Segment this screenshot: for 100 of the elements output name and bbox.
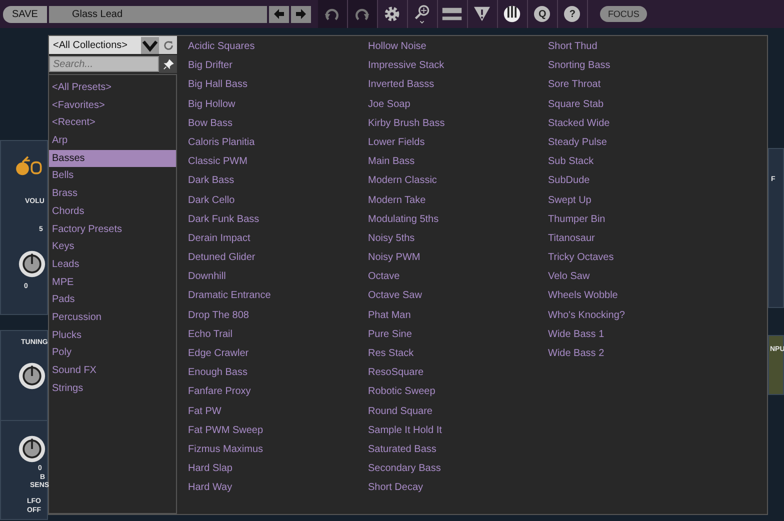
preset-item[interactable]: Phat Man	[368, 306, 548, 325]
category-item[interactable]: Percussion	[49, 308, 176, 327]
preset-item[interactable]: Joe Soap	[368, 94, 548, 114]
preset-item[interactable]: ResoSquare	[368, 363, 548, 382]
preset-item[interactable]: Who's Knocking?	[548, 306, 728, 325]
preset-item[interactable]: Noisy PWM	[368, 248, 548, 268]
knob-icon[interactable]	[18, 362, 46, 390]
undo-button[interactable]	[318, 0, 348, 28]
category-item[interactable]: Sound FX	[49, 362, 176, 380]
preset-item[interactable]: Wide Bass 2	[548, 344, 728, 364]
category-item[interactable]: MPE	[49, 274, 176, 292]
preset-item[interactable]: Res Stack	[368, 344, 548, 364]
preset-item[interactable]: Titanosaur	[548, 228, 728, 248]
knob-icon[interactable]	[18, 250, 46, 278]
preset-item[interactable]: Round Square	[368, 402, 548, 421]
quantize-button[interactable]: Q	[528, 0, 558, 28]
preset-item[interactable]: Hard Slap	[188, 459, 368, 478]
preset-item[interactable]: Detuned Glider	[188, 248, 368, 268]
category-item[interactable]: Factory Presets	[49, 220, 176, 238]
preset-item[interactable]: Modulating 5ths	[368, 210, 548, 229]
preset-item[interactable]: Big Drifter	[188, 56, 368, 76]
preset-item[interactable]: Modern Take	[368, 190, 548, 210]
preset-item[interactable]: SubDude	[548, 171, 728, 190]
preset-item[interactable]: Classic PWM	[188, 152, 368, 172]
category-item[interactable]: Basses	[49, 150, 176, 168]
category-item[interactable]: Keys	[49, 238, 176, 256]
preset-item[interactable]: Steady Pulse	[548, 132, 728, 152]
preset-item[interactable]: Kirby Brush Bass	[368, 114, 548, 133]
search-field[interactable]: Search...	[49, 56, 159, 72]
preset-item[interactable]: Drop The 808	[188, 306, 368, 325]
preset-item[interactable]: Saturated Bass	[368, 440, 548, 460]
category-item[interactable]: Plucks	[49, 326, 176, 344]
preset-item[interactable]: Square Stab	[548, 94, 728, 114]
preset-item[interactable]: Edge Crawler	[188, 344, 368, 364]
collection-dropdown[interactable]: <All Collections>	[49, 36, 159, 54]
preset-item[interactable]: Enough Bass	[188, 363, 368, 382]
focus-button[interactable]: FOCUS	[600, 6, 648, 22]
help-button[interactable]: ?	[558, 0, 588, 28]
preset-item[interactable]: Sample It Hold It	[368, 420, 548, 440]
preset-item[interactable]: Fat PW	[188, 402, 368, 421]
preset-item[interactable]: Lower Fields	[368, 132, 548, 152]
category-item[interactable]: Poly	[49, 344, 176, 362]
preset-item[interactable]: Dark Cello	[188, 190, 368, 210]
preset-item[interactable]: Downhill	[188, 267, 368, 286]
pin-button[interactable]	[159, 55, 177, 73]
preset-item[interactable]: Derain Impact	[188, 228, 368, 248]
preset-item[interactable]: Fanfare Proxy	[188, 382, 368, 402]
refresh-button[interactable]	[159, 36, 177, 54]
preset-item[interactable]: Short Thud	[548, 37, 728, 56]
preset-item[interactable]: Sub Stack	[548, 152, 728, 172]
preset-item[interactable]: Impressive Stack	[368, 56, 548, 76]
preset-item[interactable]: Hollow Noise	[368, 37, 548, 56]
redo-button[interactable]	[348, 0, 378, 28]
next-button[interactable]	[290, 6, 311, 22]
category-item[interactable]: <Favorites>	[49, 96, 176, 114]
preset-item[interactable]: Hard Way	[188, 478, 368, 498]
preset-item[interactable]: Bow Bass	[188, 114, 368, 133]
category-item[interactable]: <Recent>	[49, 114, 176, 132]
category-item[interactable]: Brass	[49, 185, 176, 203]
preset-item[interactable]: Velo Saw	[548, 267, 728, 286]
save-button[interactable]: SAVE	[3, 6, 47, 22]
previous-button[interactable]	[268, 6, 289, 22]
category-item[interactable]: <All Presets>	[49, 79, 176, 97]
preset-item[interactable]: Noisy 5ths	[368, 228, 548, 248]
preset-item[interactable]: Modern Classic	[368, 171, 548, 190]
chevron-icon	[141, 36, 159, 54]
preset-item[interactable]: Dark Funk Bass	[188, 210, 368, 229]
preset-item[interactable]: Thumper Bin	[548, 210, 728, 229]
preset-item[interactable]: Wheels Wobble	[548, 286, 728, 306]
preset-item[interactable]: Echo Trail	[188, 324, 368, 344]
preset-item[interactable]: Big Hollow	[188, 94, 368, 114]
preset-item[interactable]: Acidic Squares	[188, 37, 368, 56]
preset-item[interactable]: Tricky Octaves	[548, 248, 728, 268]
category-item[interactable]: Pads	[49, 291, 176, 309]
preset-item[interactable]: Sore Throat	[548, 75, 728, 95]
preset-item[interactable]: Stacked Wide	[548, 114, 728, 133]
preset-item[interactable]: Pure Sine	[368, 324, 548, 344]
preset-item[interactable]: Robotic Sweep	[368, 382, 548, 402]
knob-icon[interactable]	[18, 435, 46, 463]
preset-item[interactable]: Wide Bass 1	[548, 324, 728, 344]
preset-item[interactable]: Caloris Planitia	[188, 132, 368, 152]
preset-item[interactable]: Inverted Basss	[368, 75, 548, 95]
preset-item[interactable]: Short Decay	[368, 478, 548, 498]
preset-name-field[interactable]: Glass Lead	[48, 6, 267, 22]
preset-item[interactable]: Dark Bass	[188, 171, 368, 190]
preset-item[interactable]: Octave Saw	[368, 286, 548, 306]
preset-item[interactable]: Snorting Bass	[548, 56, 728, 76]
category-item[interactable]: Bells	[49, 167, 176, 186]
preset-item[interactable]: Main Bass	[368, 152, 548, 172]
preset-item[interactable]: Secondary Bass	[368, 459, 548, 478]
preset-item[interactable]: Fizmus Maximus	[188, 440, 368, 460]
preset-item[interactable]: Swept Up	[548, 190, 728, 210]
preset-item[interactable]: Big Hall Bass	[188, 75, 368, 95]
category-item[interactable]: Arp	[49, 132, 176, 150]
category-item[interactable]: Strings	[49, 380, 176, 398]
preset-item[interactable]: Fat PWM Sweep	[188, 420, 368, 440]
preset-item[interactable]: Dramatic Entrance	[188, 286, 368, 306]
preset-item[interactable]: Octave	[368, 267, 548, 286]
category-item[interactable]: Leads	[49, 256, 176, 274]
category-item[interactable]: Chords	[49, 202, 176, 220]
